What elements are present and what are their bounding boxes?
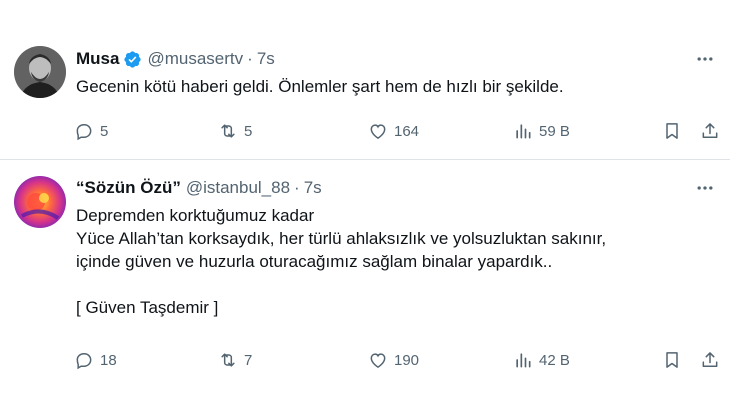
avatar-abstract-icon xyxy=(14,176,66,228)
tweet-text-line: Yüce Allah’tan korksaydık, her türlü ahl… xyxy=(76,229,607,248)
avatar[interactable] xyxy=(14,176,66,228)
retweet-icon xyxy=(221,353,235,367)
tweet-text-line: [ Güven Taşdemir ] xyxy=(76,298,219,317)
timestamp[interactable]: 7s xyxy=(304,178,322,198)
more-options-button[interactable] xyxy=(694,48,716,70)
views-button[interactable]: 42 B xyxy=(513,348,570,372)
reply-count: 5 xyxy=(100,122,109,140)
tweet-actions: 18 7 190 42 B xyxy=(74,348,724,372)
reply-button[interactable]: 5 xyxy=(74,119,108,143)
reply-count: 18 xyxy=(100,351,117,369)
reply-button[interactable]: 18 xyxy=(74,348,117,372)
more-options-button[interactable] xyxy=(694,177,716,199)
tweet-header: “Sözün Özü” @istanbul_88 · 7s xyxy=(76,177,322,199)
tweet-1[interactable]: Musa @musasertv · 7s Gecenin kötü haberi… xyxy=(0,0,730,160)
like-button[interactable]: 164 xyxy=(368,119,419,143)
views-button[interactable]: 59 B xyxy=(513,119,570,143)
user-handle[interactable]: @istanbul_88 xyxy=(186,178,290,198)
timestamp[interactable]: 7s xyxy=(257,49,275,69)
tweet-text-line: Gecenin kötü haberi geldi. Önlemler şart… xyxy=(76,77,564,96)
tweet-header: Musa @musasertv · 7s xyxy=(76,48,275,70)
bookmark-icon xyxy=(666,123,678,139)
reply-icon xyxy=(76,124,92,141)
views-count: 42 B xyxy=(539,351,570,369)
more-icon xyxy=(697,57,713,61)
tweet-text: Gecenin kötü haberi geldi. Önlemler şart… xyxy=(76,75,716,98)
share-button[interactable] xyxy=(700,348,720,372)
reply-icon xyxy=(76,353,92,370)
tweet-text-line: içinde güven ve huzurla oturacağımız sağ… xyxy=(76,252,553,271)
tweet-actions: 5 5 164 59 B xyxy=(74,119,724,143)
avatar[interactable] xyxy=(14,46,66,98)
more-icon xyxy=(697,186,713,190)
avatar-photo-icon xyxy=(14,46,66,98)
separator-dot: · xyxy=(294,178,300,197)
share-button[interactable] xyxy=(700,119,720,143)
tweet-text-line: Depremden korktuğumuz kadar xyxy=(76,206,315,225)
share-icon xyxy=(702,123,718,138)
user-handle[interactable]: @musasertv xyxy=(147,49,243,69)
like-count: 190 xyxy=(394,351,420,369)
share-icon xyxy=(702,352,718,367)
bookmark-icon xyxy=(666,352,678,368)
display-name[interactable]: “Sözün Özü” xyxy=(76,178,181,198)
like-icon xyxy=(370,124,386,139)
like-button[interactable]: 190 xyxy=(368,348,419,372)
retweet-button[interactable]: 7 xyxy=(218,348,252,372)
verified-icon xyxy=(124,50,142,68)
bookmark-button[interactable] xyxy=(662,348,682,372)
retweet-count: 5 xyxy=(244,122,253,140)
views-count: 59 B xyxy=(539,122,570,140)
separator-dot: · xyxy=(247,49,253,68)
like-count: 164 xyxy=(394,122,420,140)
like-icon xyxy=(370,353,386,368)
tweet-text: Depremden korktuğumuz kadar Yüce Allah’t… xyxy=(76,204,716,319)
views-icon xyxy=(516,124,531,139)
retweet-button[interactable]: 5 xyxy=(218,119,252,143)
views-icon xyxy=(516,353,531,368)
retweet-count: 7 xyxy=(244,351,253,369)
bookmark-button[interactable] xyxy=(662,119,682,143)
tweet-2[interactable]: “Sözün Özü” @istanbul_88 · 7s Depremden … xyxy=(0,160,730,420)
display-name[interactable]: Musa xyxy=(76,49,119,69)
retweet-icon xyxy=(221,124,235,138)
